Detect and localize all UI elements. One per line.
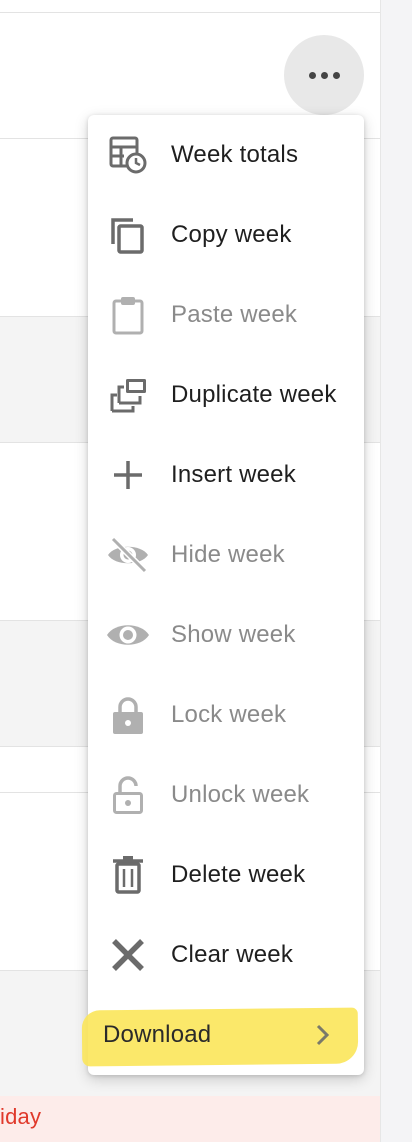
menu-item-lock-week[interactable]: Lock week [88, 675, 364, 755]
day-row-highlight [0, 1096, 380, 1142]
menu-item-insert-week[interactable]: Insert week [88, 435, 364, 515]
menu-item-paste-week[interactable]: Paste week [88, 275, 364, 355]
more-horizontal-icon-dot [320, 71, 328, 79]
menu-item-show-week[interactable]: Show week [88, 595, 364, 675]
chevron-right-icon [310, 1023, 334, 1047]
menu-item-label: Week totals [171, 141, 299, 168]
menu-item-duplicate-week[interactable]: Duplicate week [88, 355, 364, 435]
menu-item-label: Delete week [171, 861, 306, 888]
menu-item-label: Download [103, 1021, 212, 1048]
menu-item-label: Clear week [171, 941, 294, 968]
row-divider [0, 12, 380, 13]
menu-item-delete-week[interactable]: Delete week [88, 835, 364, 915]
scrollbar-track[interactable] [380, 0, 412, 1142]
week-options-menu: Week totals Copy week Paste week Duplica… [81, 115, 364, 1075]
close-icon [106, 933, 150, 977]
more-horizontal-icon-dot [332, 71, 340, 79]
copy-icon [106, 213, 150, 257]
menu-item-copy-week[interactable]: Copy week [88, 195, 364, 275]
lock-icon [106, 693, 150, 737]
day-label: iday [0, 1104, 42, 1129]
eye-icon [106, 613, 150, 657]
menu-item-hide-week[interactable]: Hide week [88, 515, 364, 595]
menu-item-label: Copy week [171, 221, 292, 248]
week-totals-icon [106, 133, 150, 177]
trash-icon [106, 853, 150, 897]
more-horizontal-icon [308, 71, 316, 79]
menu-item-label: Unlock week [171, 781, 310, 808]
menu-item-download[interactable]: Download [81, 995, 364, 1075]
menu-item-clear-week[interactable]: Clear week [88, 915, 364, 995]
menu-item-unlock-week[interactable]: Unlock week [88, 755, 364, 835]
menu-item-label: Duplicate week [171, 381, 337, 408]
menu-item-week-totals[interactable]: Week totals [88, 115, 364, 195]
page: iday Week totals Copy week Paste week Du… [0, 0, 412, 1142]
menu-item-label: Show week [171, 621, 296, 648]
clipboard-icon [106, 293, 150, 337]
menu-item-label: Hide week [171, 541, 285, 568]
duplicate-icon [106, 373, 150, 417]
menu-item-label: Paste week [171, 301, 298, 328]
plus-icon [106, 453, 150, 497]
more-options-button[interactable] [284, 35, 364, 115]
unlock-icon [106, 773, 150, 817]
menu-item-label: Insert week [171, 461, 296, 488]
menu-item-label: Lock week [171, 701, 287, 728]
eye-off-icon [106, 533, 150, 577]
